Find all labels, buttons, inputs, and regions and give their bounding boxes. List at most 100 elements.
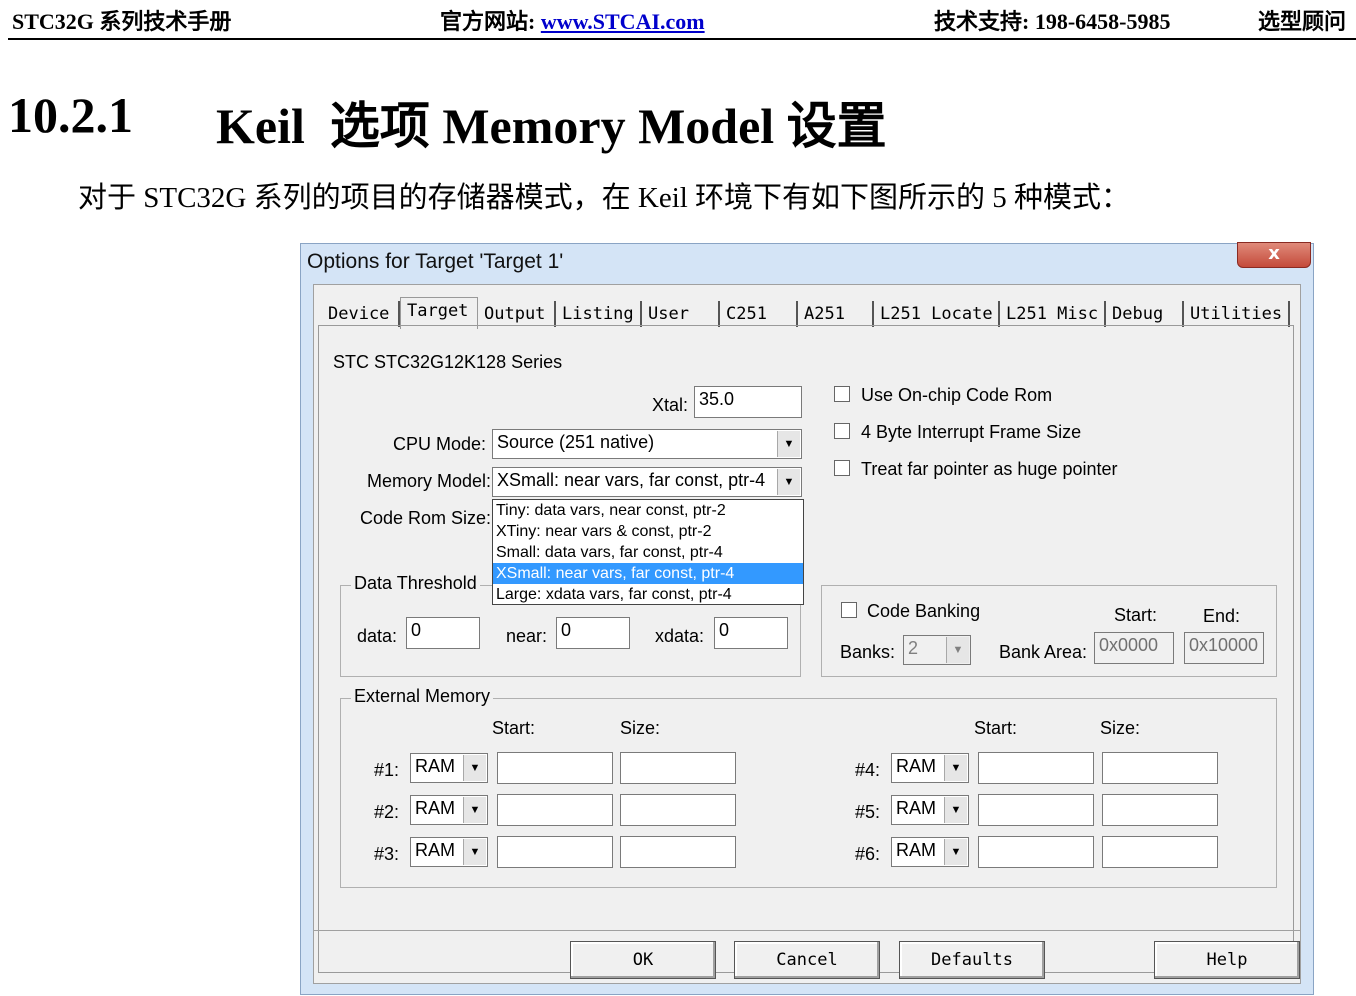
- cpu-mode-select[interactable]: Source (251 native) ▼: [492, 429, 802, 459]
- chevron-down-icon[interactable]: ▼: [946, 637, 969, 663]
- data-label: data:: [357, 626, 398, 646]
- body-paragraph: 对于 STC32G 系列的项目的存储器模式，在 Keil 环境下有如下图所示的 …: [78, 182, 1131, 214]
- ext-row-1-label: #1:: [374, 760, 400, 780]
- ext-row-4-label: #4:: [855, 760, 881, 780]
- bank-start-label: Start:: [1114, 605, 1158, 625]
- close-button[interactable]: x: [1237, 242, 1311, 268]
- ext-row-4-size[interactable]: [1102, 752, 1218, 784]
- chevron-down-icon[interactable]: ▼: [777, 469, 800, 495]
- tab-l251-locate[interactable]: L251 Locate: [874, 301, 1000, 327]
- banks-value: 2: [908, 638, 919, 658]
- near-label: near:: [506, 626, 548, 646]
- data-threshold-input[interactable]: 0: [406, 617, 480, 649]
- banks-label: Banks:: [840, 642, 896, 662]
- ext-row-2-type[interactable]: RAM ▼: [410, 795, 488, 825]
- ext-row-4-type-value: RAM: [896, 756, 936, 776]
- interrupt-frame-checkbox[interactable]: [834, 423, 850, 439]
- ext-row-2-start[interactable]: [497, 794, 613, 826]
- tab-a251[interactable]: A251: [798, 301, 874, 327]
- ext-row-4-type[interactable]: RAM ▼: [891, 753, 969, 783]
- tab-utilities[interactable]: Utilities: [1184, 301, 1290, 327]
- ext-row-6-type-value: RAM: [896, 840, 936, 860]
- ext-row-5-size[interactable]: [1102, 794, 1218, 826]
- ext-row-4-start[interactable]: [978, 752, 1094, 784]
- xtal-input[interactable]: 35.0: [694, 386, 802, 418]
- chevron-down-icon[interactable]: ▼: [944, 755, 967, 781]
- xdata-label: xdata:: [655, 626, 705, 646]
- data-threshold-title: Data Threshold: [351, 573, 480, 594]
- cancel-button[interactable]: Cancel: [734, 941, 880, 979]
- huge-pointer-checkbox[interactable]: [834, 460, 850, 476]
- option-tiny[interactable]: Tiny: data vars, near const, ptr-2: [493, 500, 803, 521]
- tab-c251[interactable]: C251: [720, 301, 798, 327]
- near-threshold-input[interactable]: 0: [556, 617, 630, 649]
- option-large[interactable]: Large: xdata vars, far const, ptr-4: [493, 584, 803, 605]
- manual-title: STC32G 系列技术手册: [12, 9, 232, 34]
- ext-row-2-size[interactable]: [620, 794, 736, 826]
- code-banking-checkbox[interactable]: [841, 602, 857, 618]
- ext-row-5-start[interactable]: [978, 794, 1094, 826]
- official-site: 官方网站: www.STCAI.com: [440, 4, 705, 36]
- banks-select[interactable]: 2 ▼: [903, 635, 971, 665]
- xtal-label: Xtal:: [652, 395, 689, 415]
- chevron-down-icon[interactable]: ▼: [777, 431, 800, 457]
- tab-user[interactable]: User: [642, 301, 720, 327]
- memory-model-label: Memory Model:: [367, 471, 492, 491]
- chevron-down-icon[interactable]: ▼: [463, 839, 486, 865]
- ext-row-1-type[interactable]: RAM ▼: [410, 753, 488, 783]
- chevron-down-icon[interactable]: ▼: [463, 755, 486, 781]
- bank-start-input[interactable]: 0x0000: [1094, 632, 1174, 664]
- ext-row-3-start[interactable]: [497, 836, 613, 868]
- ext-row-3-label: #3:: [374, 844, 400, 864]
- memory-model-select[interactable]: XSmall: near vars, far const, ptr-4 ▼: [492, 467, 802, 497]
- site-link[interactable]: www.STCAI.com: [541, 9, 705, 34]
- cpu-mode-label: CPU Mode:: [393, 434, 487, 454]
- section-title: Keil 选项 Memory Model 设置: [216, 98, 887, 154]
- ext-row-6-type[interactable]: RAM ▼: [891, 837, 969, 867]
- bank-end-input[interactable]: 0x10000: [1184, 632, 1264, 664]
- ext-row-1-size[interactable]: [620, 752, 736, 784]
- site-label: 官方网站:: [440, 9, 541, 34]
- tab-output[interactable]: Output: [478, 301, 556, 327]
- tab-listing[interactable]: Listing: [556, 301, 642, 327]
- header-rule: [8, 38, 1356, 40]
- ext-row-3-type[interactable]: RAM ▼: [410, 837, 488, 867]
- ext-row-6-size[interactable]: [1102, 836, 1218, 868]
- support-phone: 技术支持: 198-6458-5985: [934, 9, 1171, 34]
- ext-row-2-label: #2:: [374, 802, 400, 822]
- chevron-down-icon[interactable]: ▼: [463, 797, 486, 823]
- ext-row-1-type-value: RAM: [415, 756, 455, 776]
- memory-model-value: XSmall: near vars, far const, ptr-4: [497, 470, 766, 490]
- ext-row-5-type-value: RAM: [896, 798, 936, 818]
- tab-debug[interactable]: Debug: [1106, 301, 1184, 327]
- use-onchip-code-rom-checkbox[interactable]: [834, 386, 850, 402]
- section-number: 10.2.1: [8, 87, 133, 143]
- bank-end-label: End:: [1203, 606, 1241, 626]
- option-xtiny[interactable]: XTiny: near vars & const, ptr-2: [493, 521, 803, 542]
- ext-row-6-start[interactable]: [978, 836, 1094, 868]
- defaults-button[interactable]: Defaults: [899, 941, 1045, 979]
- ext-row-3-size[interactable]: [620, 836, 736, 868]
- tab-device[interactable]: Device: [322, 301, 400, 327]
- help-button[interactable]: Help: [1154, 941, 1300, 979]
- ok-button[interactable]: OK: [570, 941, 716, 979]
- bank-area-label: Bank Area:: [999, 642, 1088, 662]
- external-memory-title: External Memory: [351, 686, 494, 707]
- ext-start-label-right: Start:: [974, 718, 1018, 738]
- ext-row-1-start[interactable]: [497, 752, 613, 784]
- xdata-threshold-input[interactable]: 0: [714, 617, 788, 649]
- huge-pointer-label: Treat far pointer as huge pointer: [861, 459, 1118, 479]
- close-icon: x: [1268, 243, 1280, 264]
- ext-size-label-right: Size:: [1100, 718, 1141, 738]
- tab-l251-misc[interactable]: L251 Misc: [1000, 301, 1106, 327]
- ext-row-2-type-value: RAM: [415, 798, 455, 818]
- option-small[interactable]: Small: data vars, far const, ptr-4: [493, 542, 803, 563]
- chevron-down-icon[interactable]: ▼: [944, 839, 967, 865]
- cpu-mode-value: Source (251 native): [497, 432, 655, 452]
- memory-model-dropdown: Tiny: data vars, near const, ptr-2 XTiny…: [492, 499, 804, 605]
- chevron-down-icon[interactable]: ▼: [944, 797, 967, 823]
- ext-row-5-type[interactable]: RAM ▼: [891, 795, 969, 825]
- ext-row-6-label: #6:: [855, 844, 881, 864]
- ext-size-label-left: Size:: [620, 718, 661, 738]
- option-xsmall[interactable]: XSmall: near vars, far const, ptr-4: [493, 563, 803, 584]
